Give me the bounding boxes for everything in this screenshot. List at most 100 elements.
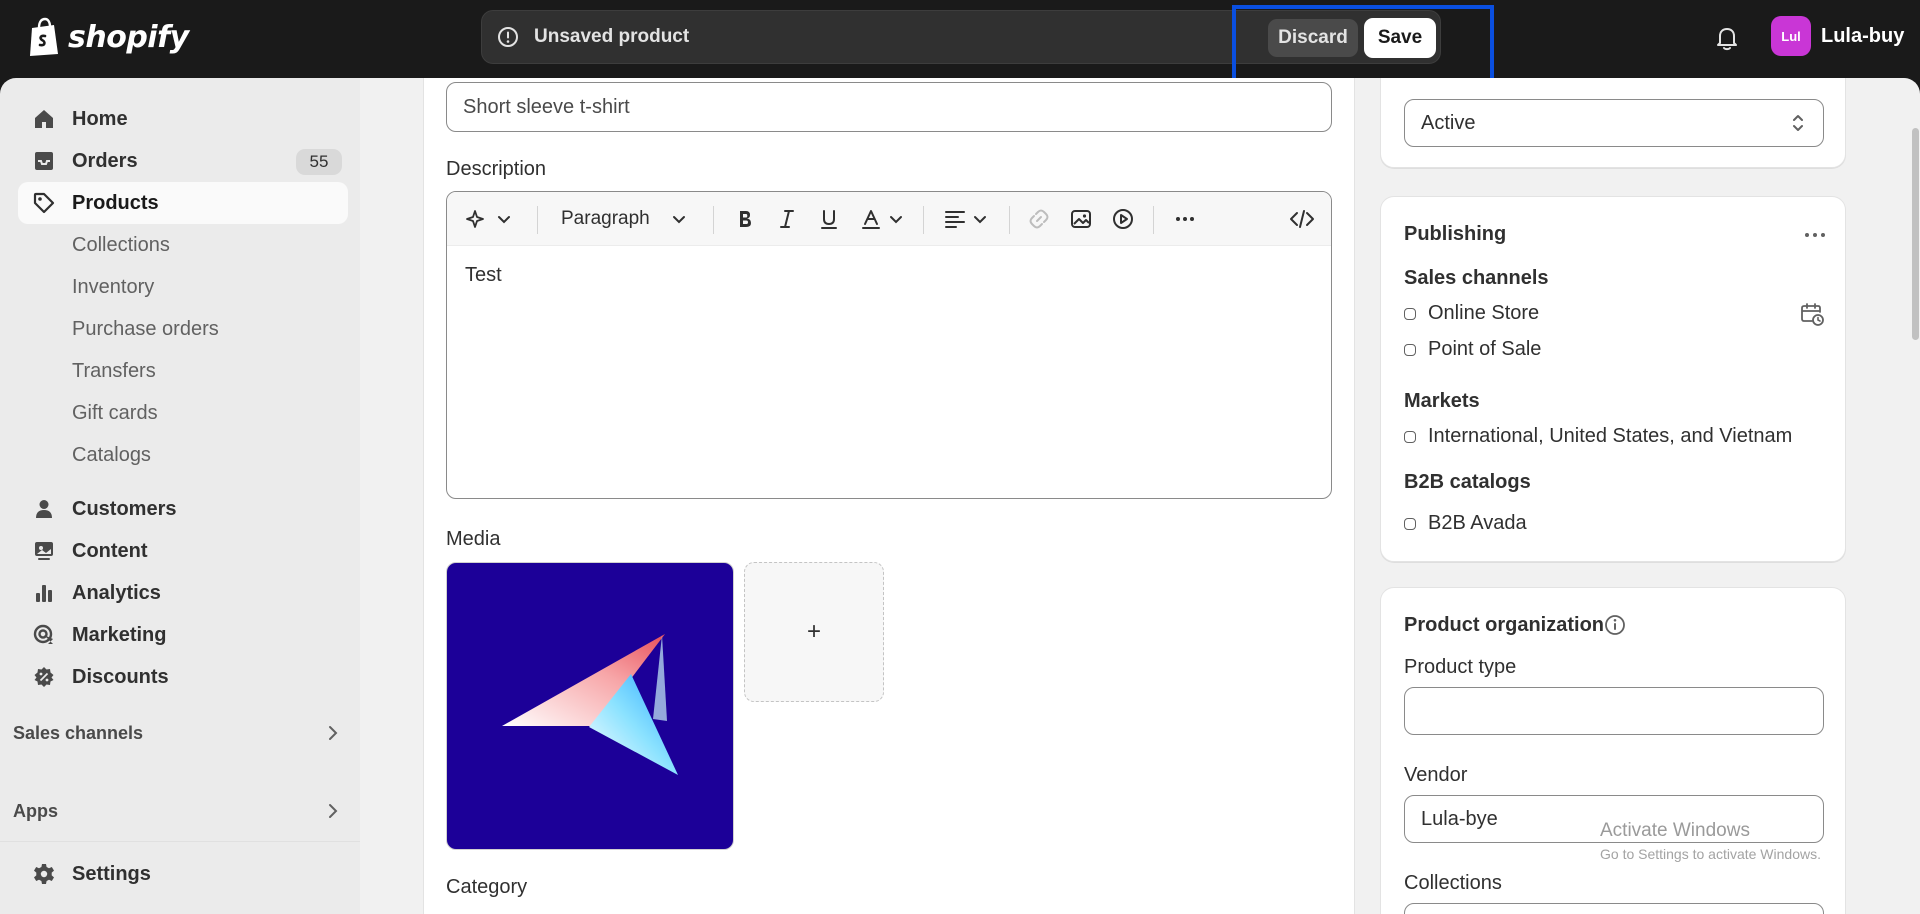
chevron-down-icon (672, 216, 685, 224)
brand-wordmark: shopify (68, 19, 189, 55)
sidebar-divider (0, 841, 360, 842)
editor-content[interactable]: Test (465, 264, 502, 287)
ai-magic-button[interactable] (465, 206, 513, 232)
contextual-save-bar: Unsaved product Discard Save (481, 10, 1441, 64)
sidebar-item-transfers[interactable]: Transfers (18, 350, 348, 392)
sidebar-item-inventory[interactable]: Inventory (18, 266, 348, 308)
sidebar-item-label: Settings (72, 862, 151, 885)
sidebar-item-label: Orders (72, 149, 138, 172)
status-card: Active (1380, 78, 1846, 168)
status-dot-icon (1404, 430, 1416, 443)
status-dot-icon (1404, 307, 1416, 320)
paragraph-format-select[interactable]: Paragraph (561, 206, 688, 232)
italic-button[interactable] (775, 206, 799, 232)
sidebar-item-marketing[interactable]: Marketing (18, 614, 348, 656)
notification-bell-icon[interactable] (1714, 24, 1740, 52)
product-type-label: Product type (1404, 656, 1517, 678)
more-horizontal-icon (1176, 217, 1194, 221)
product-type-input[interactable] (1404, 687, 1824, 735)
channel-point-of-sale: Point of Sale (1404, 338, 1541, 361)
italic-icon (780, 210, 794, 228)
main-content: Short sleeve t-shirt Description Paragra… (360, 78, 1920, 914)
collections-input[interactable] (1404, 903, 1824, 914)
home-icon (35, 110, 53, 128)
sales-channels-heading: Sales channels (13, 722, 144, 743)
chevron-down-icon (890, 216, 902, 224)
insert-video-button[interactable] (1111, 206, 1135, 232)
toolbar-divider (923, 206, 924, 234)
category-label: Category (446, 876, 528, 898)
play-circle-icon (1113, 209, 1133, 229)
editor-toolbar: Paragraph (447, 192, 1331, 246)
insert-image-button[interactable] (1069, 206, 1093, 232)
sidebar-item-purchase-orders[interactable]: Purchase orders (18, 308, 348, 350)
more-horizontal-icon[interactable] (1803, 231, 1827, 239)
toolbar-divider (1153, 206, 1154, 234)
channel-online-store: Online Store (1404, 302, 1539, 325)
sidebar-item-content[interactable]: Content (18, 530, 348, 572)
unsaved-title: Unsaved product (534, 26, 690, 47)
chevron-right-icon (329, 726, 338, 740)
bold-button[interactable] (733, 206, 757, 232)
sidebar-item-collections[interactable]: Collections (18, 224, 348, 266)
account-menu[interactable]: Lul Lula-buy (1771, 16, 1904, 56)
toolbar-divider (1009, 206, 1010, 234)
publishing-card: Publishing Sales channels Online Store P… (1380, 196, 1846, 562)
link-button[interactable] (1027, 206, 1051, 232)
sales-channels-subheading: Sales channels (1404, 267, 1549, 289)
sidebar-item-label: Inventory (72, 275, 155, 298)
sidebar-item-label: Gift cards (72, 401, 158, 424)
discard-button[interactable]: Discard (1268, 19, 1358, 57)
align-button[interactable] (943, 206, 989, 232)
calendar-clock-icon[interactable] (1799, 301, 1825, 327)
info-icon[interactable] (1603, 613, 1627, 637)
sidebar-item-orders[interactable]: Orders 55 (18, 140, 348, 182)
sidebar-section-apps[interactable]: Apps (13, 793, 348, 829)
target-icon (33, 624, 53, 644)
text-color-icon (862, 210, 880, 229)
align-left-icon (945, 211, 965, 228)
status-dot-icon (1404, 343, 1416, 356)
sidebar-item-discounts[interactable]: Discounts (18, 656, 348, 698)
b2b-catalog-item: B2B Avada (1404, 512, 1527, 535)
sidebar-item-catalogs[interactable]: Catalogs (18, 434, 348, 476)
status-select[interactable]: Active (1404, 99, 1824, 147)
sidebar-item-label: Purchase orders (72, 317, 219, 340)
sidebar-item-products[interactable]: Products (18, 182, 348, 224)
product-organization-title: Product organization (1404, 614, 1604, 636)
sidebar-item-home[interactable]: Home (18, 98, 348, 140)
sidebar-item-label: Catalogs (72, 443, 151, 466)
underline-button[interactable] (817, 206, 841, 232)
status-value: Active (1421, 111, 1476, 134)
orders-count-badge: 55 (296, 149, 342, 175)
text-color-button[interactable] (859, 206, 905, 232)
tag-icon (33, 192, 55, 214)
product-details-card: Short sleeve t-shirt Description Paragra… (423, 78, 1355, 914)
markets-label: International, United States, and Vietna… (1428, 425, 1793, 447)
sidebar-item-settings[interactable]: Settings (18, 853, 348, 895)
code-view-button[interactable] (1289, 206, 1315, 232)
apps-heading: Apps (13, 800, 58, 821)
sidebar-item-customers[interactable]: Customers (18, 488, 348, 530)
watermark-line1: Activate Windows (1600, 820, 1750, 841)
media-thumbnail[interactable] (446, 562, 734, 850)
watermark-line2: Go to Settings to activate Windows. (1600, 846, 1821, 862)
product-image-logo (502, 634, 678, 775)
more-options-button[interactable] (1173, 206, 1197, 232)
bold-icon (740, 211, 751, 227)
sidebar-item-gift-cards[interactable]: Gift cards (18, 392, 348, 434)
sidebar-section-sales-channels[interactable]: Sales channels (13, 715, 348, 751)
add-media-button[interactable]: + (744, 562, 884, 702)
product-title-input[interactable]: Short sleeve t-shirt (446, 82, 1332, 132)
save-button[interactable]: Save (1364, 18, 1436, 58)
shopify-logo[interactable]: shopify (28, 17, 189, 57)
chevron-right-icon (329, 804, 338, 818)
sidebar-item-analytics[interactable]: Analytics (18, 572, 348, 614)
underline-icon (821, 210, 837, 229)
inbox-icon (35, 152, 53, 170)
sidebar: Home Orders 55 Products Collections Inve… (0, 78, 360, 914)
bar-chart-icon (36, 585, 52, 602)
chevron-down-icon (974, 216, 986, 224)
paragraph-format-label: Paragraph (561, 208, 650, 229)
page-scrollbar[interactable] (1912, 128, 1919, 340)
